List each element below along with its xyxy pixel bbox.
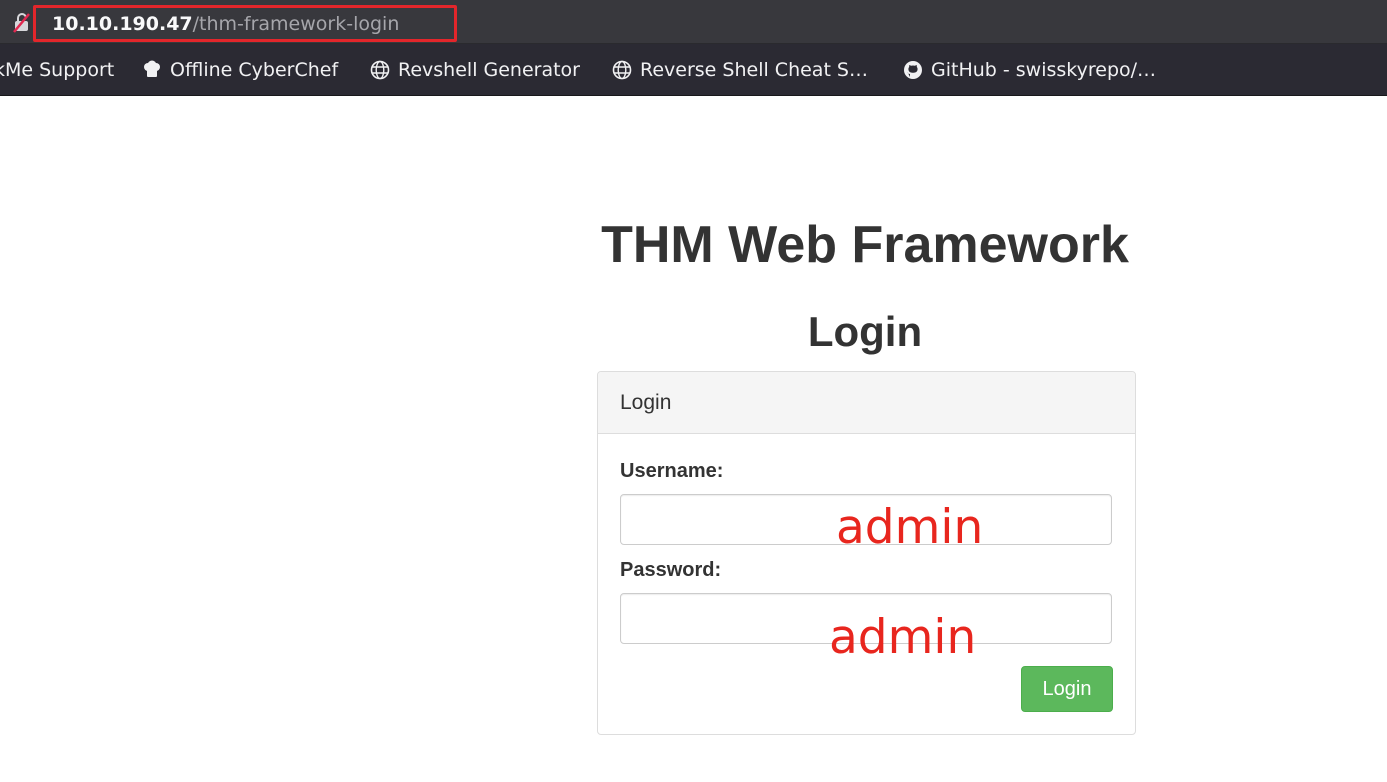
password-annotation: admin [829,610,977,665]
globe-icon [612,60,632,80]
address-field[interactable]: 10.10.190.47/thm-framework-login [52,12,399,36]
bookmark-label: Revshell Generator [398,59,580,81]
bookmark-label: kMe Support [0,59,115,81]
bookmark-item-kme-support[interactable]: kMe Support [0,58,114,82]
insecure-lock-icon[interactable] [12,11,32,33]
bookmark-label: Reverse Shell Cheat S… [640,59,868,81]
bookmark-label: GitHub - swisskyrepo/… [931,59,1157,81]
globe-icon [370,60,390,80]
bookmark-item-reverse-shell-cheat-sheet[interactable]: Reverse Shell Cheat S… [612,58,868,82]
password-label: Password: [620,559,722,581]
login-heading: Login [807,308,923,355]
url-highlight-box[interactable]: 10.10.190.47/thm-framework-login [33,5,457,42]
bookmark-item-revshell-generator[interactable]: Revshell Generator [370,58,580,82]
browser-url-bar: 10.10.190.47/thm-framework-login [0,0,1387,44]
page-title: THM Web Framework [601,216,1129,274]
bookmarks-toolbar: kMe Support Offline CyberChef Revshell G… [0,44,1387,96]
bookmark-label: Offline CyberChef [170,59,339,81]
username-annotation: admin [836,500,984,555]
login-submit-button[interactable]: Login [1021,666,1113,712]
bookmark-item-github-swisskyrepo[interactable]: GitHub - swisskyrepo/… [903,58,1156,82]
chef-hat-icon [144,60,160,77]
bookmark-item-offline-cyberchef[interactable]: Offline CyberChef [142,58,338,82]
github-icon [904,61,922,79]
url-path: /thm-framework-login [192,13,400,35]
url-host: 10.10.190.47 [52,13,193,35]
panel-heading: Login [598,372,1135,434]
username-label: Username: [620,460,724,482]
